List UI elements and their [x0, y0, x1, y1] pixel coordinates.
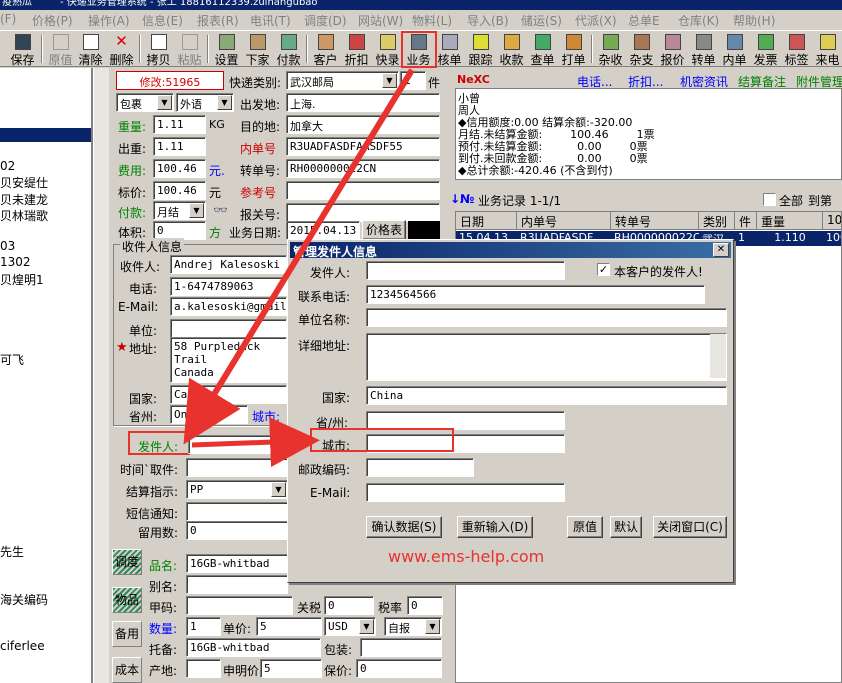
- arrow-sender-to-city: [191, 417, 320, 468]
- annotation-arrows: [183, 68, 415, 468]
- arrow-business-to-sender: [183, 68, 415, 445]
- watermark: www.ems-help.com: [388, 547, 545, 566]
